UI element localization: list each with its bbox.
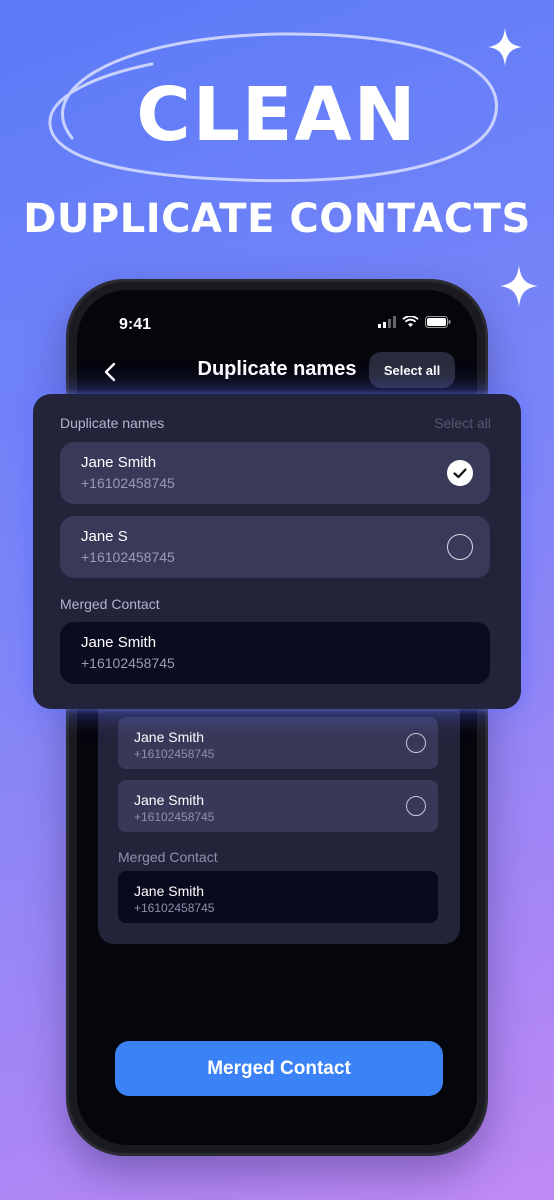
contact-phone: +16102458745 bbox=[81, 549, 175, 565]
duplicate-names-card: Duplicate names Select all Jane Smith +1… bbox=[33, 394, 521, 709]
duplicate-group-background: Jane Smith +16102458745 Jane Smith +1610… bbox=[98, 690, 460, 944]
merged-contact-label: Merged Contact bbox=[118, 849, 218, 865]
merged-contact-label: Merged Contact bbox=[60, 596, 160, 612]
contact-name: Jane Smith bbox=[134, 883, 205, 899]
contact-row[interactable]: Jane S +16102458745 bbox=[60, 516, 490, 578]
contact-row[interactable]: Jane Smith +16102458745 bbox=[118, 717, 438, 769]
status-icons bbox=[378, 316, 451, 328]
contact-name: Jane Smith bbox=[81, 454, 157, 471]
radio-unselected-icon[interactable] bbox=[406, 796, 426, 816]
contact-phone: +16102458745 bbox=[81, 655, 175, 671]
headline-duplicate-contacts: DUPLICATE CONTACTS bbox=[23, 196, 531, 242]
contact-row-selected[interactable]: Jane Smith +16102458745 bbox=[60, 442, 490, 504]
contact-name: Jane Smith bbox=[134, 729, 205, 745]
status-time: 9:41 bbox=[119, 316, 152, 333]
contact-name: Jane Smith bbox=[134, 792, 205, 808]
radio-unselected-icon[interactable] bbox=[406, 733, 426, 753]
headline-clean: CLEAN bbox=[136, 72, 418, 158]
contact-phone: +16102458745 bbox=[81, 475, 175, 491]
battery-icon bbox=[425, 316, 451, 328]
contact-phone: +16102458745 bbox=[134, 747, 215, 761]
checkmark-icon[interactable] bbox=[447, 460, 473, 486]
merged-contact-row: Jane Smith +16102458745 bbox=[118, 871, 438, 923]
sparkle-icon bbox=[500, 265, 538, 307]
contact-phone: +16102458745 bbox=[134, 901, 215, 915]
contact-row[interactable]: Jane Smith +16102458745 bbox=[118, 780, 438, 832]
contact-name: Jane Smith bbox=[81, 634, 157, 651]
sparkle-icon bbox=[488, 28, 522, 66]
card-select-all-link[interactable]: Select all bbox=[434, 415, 491, 431]
select-all-button[interactable]: Select all bbox=[369, 352, 455, 388]
contact-phone: +16102458745 bbox=[134, 810, 215, 824]
merged-contact-button[interactable]: Merged Contact bbox=[115, 1041, 443, 1096]
card-title: Duplicate names bbox=[60, 415, 165, 431]
radio-unselected-icon[interactable] bbox=[447, 534, 473, 560]
contact-name: Jane S bbox=[81, 528, 128, 545]
merged-contact-row: Jane Smith +16102458745 bbox=[60, 622, 490, 684]
signal-icon bbox=[378, 316, 396, 328]
wifi-icon bbox=[402, 316, 419, 327]
